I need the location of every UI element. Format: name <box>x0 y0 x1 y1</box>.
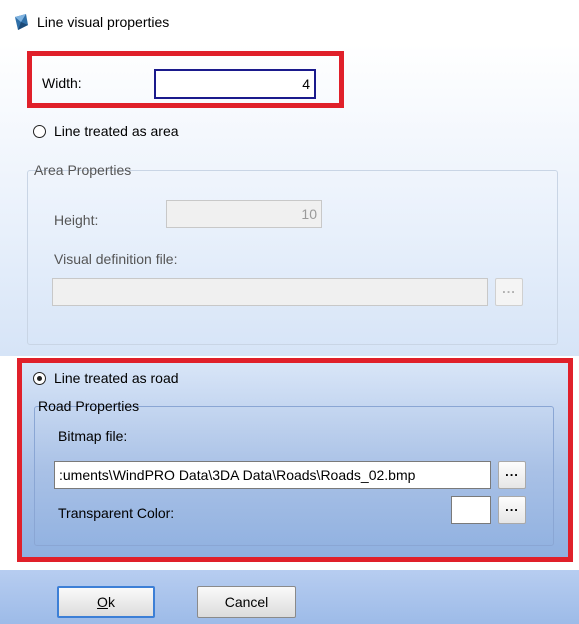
area-radio-button[interactable] <box>33 125 46 138</box>
area-radio-label[interactable]: Line treated as area <box>54 123 179 139</box>
width-input[interactable]: 4 <box>154 69 316 99</box>
width-value: 4 <box>302 76 310 92</box>
bitmap-file-input[interactable]: :uments\WindPRO Data\3DA Data\Roads\Road… <box>54 461 491 489</box>
bitmap-file-label: Bitmap file: <box>58 428 128 444</box>
title-bar: Line visual properties <box>0 0 579 44</box>
transparent-color-browse-button[interactable]: ... <box>498 496 526 524</box>
road-radio-button[interactable] <box>33 372 46 385</box>
cancel-button[interactable]: Cancel <box>197 586 296 618</box>
width-label: Width: <box>42 75 82 91</box>
visual-definition-browse-button[interactable]: ... <box>495 278 523 306</box>
visual-definition-input[interactable] <box>52 278 488 306</box>
bitmap-file-value: :uments\WindPRO Data\3DA Data\Roads\Road… <box>59 467 416 483</box>
height-label: Height: <box>54 212 99 228</box>
visual-definition-label: Visual definition file: <box>54 251 178 267</box>
area-properties-legend: Area Properties <box>34 162 132 178</box>
road-radio-label[interactable]: Line treated as road <box>54 370 179 386</box>
windpro-app-icon <box>15 14 28 30</box>
transparent-color-swatch[interactable] <box>451 496 491 524</box>
height-input[interactable]: 10 <box>166 200 322 228</box>
height-value: 10 <box>301 206 317 222</box>
road-properties-legend: Road Properties <box>38 398 140 414</box>
transparent-color-label: Transparent Color: <box>58 505 175 521</box>
bitmap-file-browse-button[interactable]: ... <box>498 461 526 489</box>
window-title: Line visual properties <box>37 14 170 30</box>
ok-button[interactable]: Ok <box>57 586 155 618</box>
